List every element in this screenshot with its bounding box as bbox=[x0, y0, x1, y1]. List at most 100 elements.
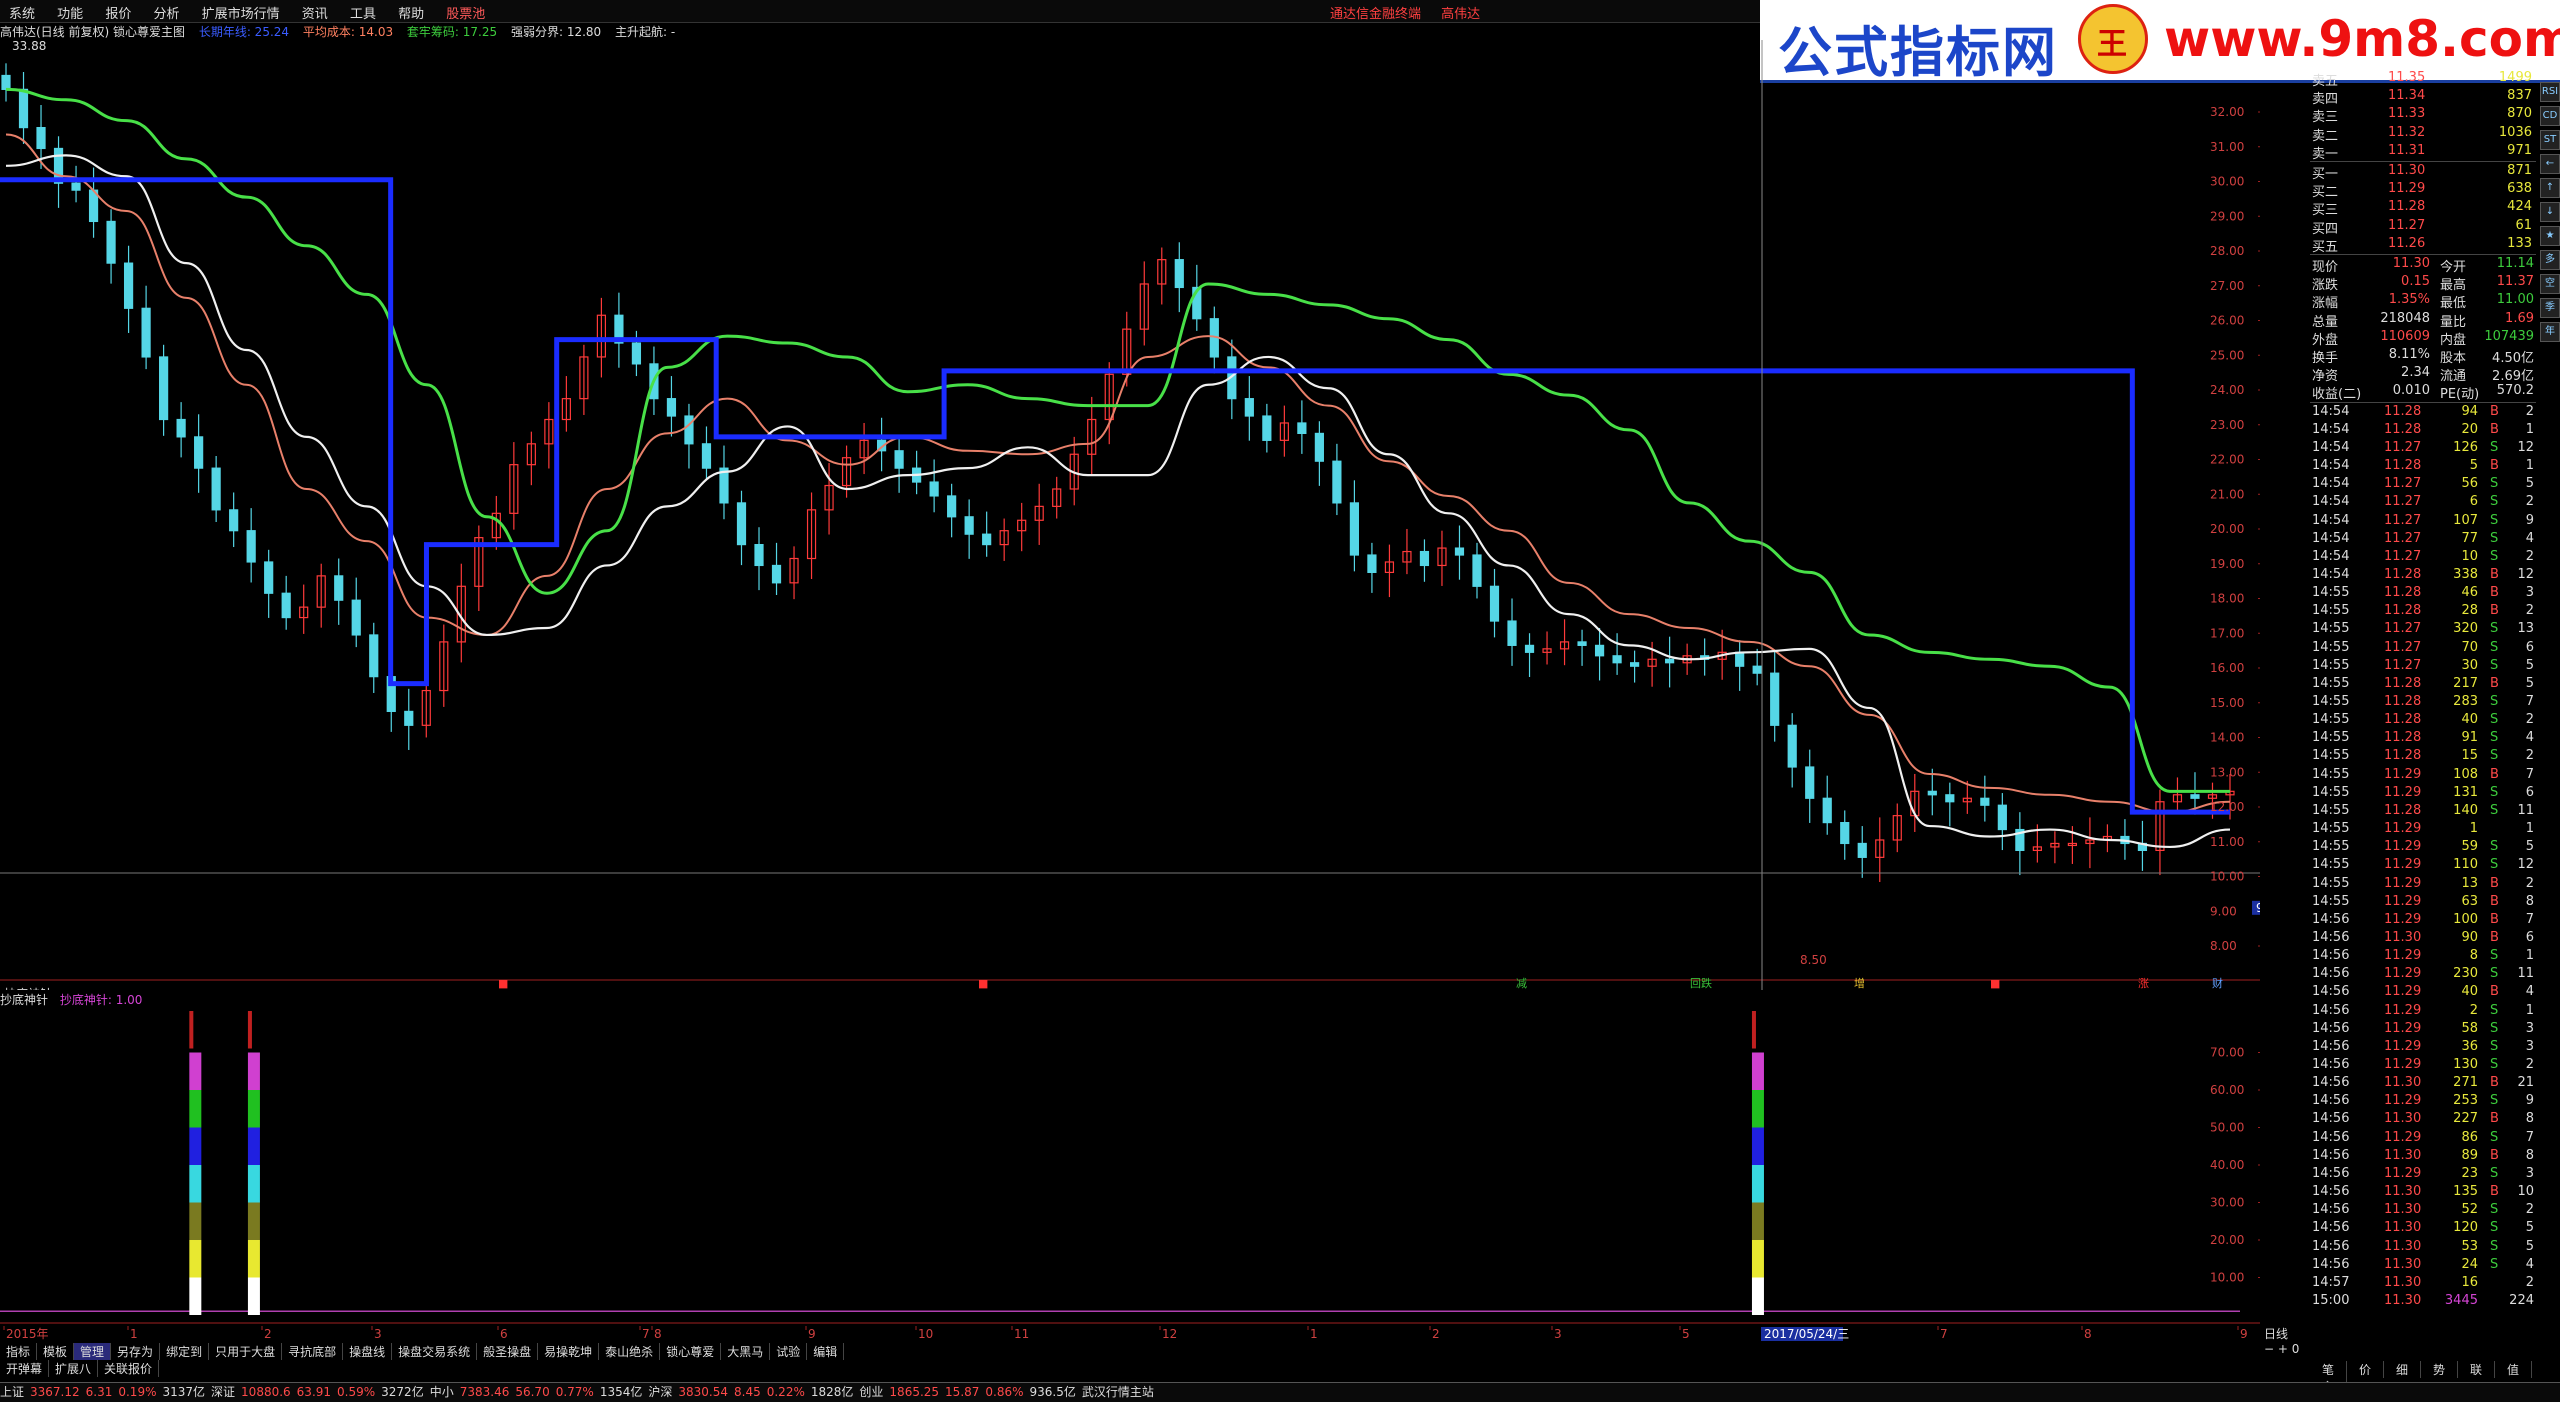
extra-tab[interactable]: 扩展八 bbox=[49, 1360, 99, 1377]
side-tool-icon[interactable]: 空 bbox=[2540, 274, 2560, 294]
date-tick: 6 bbox=[500, 1327, 508, 1341]
ask-row: 卖三 11.33 870 bbox=[2312, 106, 2532, 126]
side-tool-icon[interactable]: 多 bbox=[2540, 250, 2560, 270]
candle-body bbox=[1524, 644, 1535, 653]
price-tick: 18.00 bbox=[2210, 592, 2244, 606]
event-marker[interactable]: 财 bbox=[2212, 976, 2223, 990]
indicator-tab[interactable]: 易操乾坤 bbox=[538, 1343, 600, 1360]
event-marker[interactable]: ■ bbox=[978, 977, 988, 990]
indicator-tab[interactable]: 另存为 bbox=[111, 1343, 161, 1360]
candle-body bbox=[71, 182, 81, 191]
current-price-tag: 9.07 bbox=[2256, 901, 2260, 915]
period-box[interactable]: 日线 − + 0 bbox=[2264, 1325, 2308, 1359]
side-tool-icon[interactable]: ← bbox=[2540, 154, 2560, 174]
indicator-tab[interactable]: 只用于大盘 bbox=[209, 1343, 283, 1360]
event-marker[interactable]: 减 bbox=[1516, 977, 1527, 990]
candlestick-chart[interactable]: 32.00 31.00 30.00 29.00 28.00 27.00 26.00 25.00… bbox=[0, 40, 2260, 990]
period-label[interactable]: 日线 bbox=[2264, 1325, 2308, 1342]
side-tool-icon[interactable]: ST bbox=[2540, 130, 2560, 150]
candle-body bbox=[1857, 842, 1867, 858]
candle-body bbox=[894, 450, 904, 469]
side-tool-icon[interactable]: ↓ bbox=[2540, 202, 2560, 222]
indicator-tab[interactable]: 般圣操盘 bbox=[477, 1343, 539, 1360]
menu-news[interactable]: 资讯 bbox=[293, 0, 337, 22]
event-marker[interactable]: ■ bbox=[498, 977, 508, 990]
indicator-tab[interactable]: 操盘线 bbox=[343, 1343, 393, 1360]
price-tick: 28.00 bbox=[2210, 244, 2244, 258]
candle-body bbox=[631, 342, 642, 365]
menu-quote[interactable]: 报价 bbox=[96, 0, 140, 22]
menu-system[interactable]: 系统 bbox=[0, 0, 44, 22]
menu-tools[interactable]: 工具 bbox=[341, 0, 385, 22]
indicator-tab[interactable]: 锁心尊爱 bbox=[660, 1343, 722, 1360]
status-item: 1828亿 bbox=[810, 1385, 854, 1399]
indicator-tab[interactable]: 寻抗底部 bbox=[282, 1343, 344, 1360]
indicator-panel[interactable]: 70.00 60.00 50.00 40.00 30.00 20.00 10.00 bbox=[0, 1005, 2263, 1325]
candle-body bbox=[1367, 554, 1377, 574]
indicator-chart[interactable]: 70.00 60.00 50.00 40.00 30.00 20.00 10.00 bbox=[0, 1005, 2263, 1325]
indicator-tab[interactable]: 试验 bbox=[770, 1343, 808, 1360]
candle-body bbox=[1262, 415, 1272, 441]
side-tool-icon[interactable]: CD bbox=[2540, 106, 2560, 126]
event-marker[interactable]: ■ bbox=[1990, 977, 2000, 990]
right-panel-tab[interactable]: 价 bbox=[2347, 1361, 2384, 1378]
indicator-tab[interactable]: 管理 bbox=[74, 1343, 112, 1360]
average-cost-label: 平均成本: 14.03 bbox=[302, 25, 394, 39]
event-marker[interactable]: 回跌 bbox=[1690, 976, 1712, 990]
side-tool-icon[interactable]: RSI bbox=[2540, 82, 2560, 102]
status-item: 10880.6 bbox=[241, 1385, 291, 1399]
candle-body bbox=[281, 592, 291, 619]
event-marker[interactable]: 涨 bbox=[2138, 977, 2149, 990]
menu-analysis[interactable]: 分析 bbox=[144, 0, 188, 22]
menu-function[interactable]: 功能 bbox=[48, 0, 92, 22]
tick-row: 14:56 11.29 130 S 2 bbox=[2312, 1057, 2534, 1072]
quote-stat-row: 换手 8.11% 股本 4.50亿 bbox=[2312, 347, 2534, 366]
date-tick: 11 bbox=[1014, 1327, 1029, 1341]
candle-body bbox=[1945, 794, 1955, 803]
candle-body bbox=[1174, 259, 1184, 289]
candle-body bbox=[1612, 655, 1622, 664]
date-tick: 8 bbox=[2084, 1327, 2092, 1341]
indicator-tab[interactable]: 操盘交易系统 bbox=[392, 1343, 478, 1360]
indicator-tab[interactable]: 大黑马 bbox=[721, 1343, 771, 1360]
price-tick: 8.00 bbox=[2210, 939, 2237, 953]
right-panel-tab[interactable]: 势 bbox=[2421, 1361, 2458, 1378]
indicator-tab[interactable]: 泰山绝杀 bbox=[599, 1343, 661, 1360]
tick-row: 14:56 11.29 8 S 1 bbox=[2312, 948, 2534, 964]
zoom-controls[interactable]: − + 0 bbox=[2264, 1342, 2308, 1356]
right-panel-tab[interactable]: 联 bbox=[2458, 1361, 2495, 1378]
right-panel-tab[interactable]: 笔 bbox=[2310, 1361, 2347, 1378]
main-chart-area[interactable]: 32.00 31.00 30.00 29.00 28.00 27.00 26.00 25.00… bbox=[0, 40, 2260, 990]
status-item: 1354亿 bbox=[599, 1385, 643, 1399]
quote-stat-row: 外盘 110609 内盘 107439 bbox=[2312, 328, 2534, 348]
event-marker[interactable]: 增 bbox=[1854, 976, 1865, 990]
extra-tab[interactable]: 关联报价 bbox=[98, 1360, 160, 1377]
date-tick: 12 bbox=[1162, 1327, 1177, 1341]
candle-body bbox=[1332, 460, 1342, 504]
indicator-title: 抄底神针 bbox=[4, 986, 52, 990]
tick-row: 14:54 11.27 10 S 2 bbox=[2312, 548, 2534, 564]
right-panel-tab[interactable]: 细 bbox=[2384, 1361, 2421, 1378]
indicator-tab[interactable]: 模板 bbox=[37, 1343, 75, 1360]
side-tool-icon[interactable]: 年 bbox=[2540, 322, 2560, 342]
extra-tab[interactable]: 开弹幕 bbox=[0, 1360, 50, 1377]
price-tick: 27.00 bbox=[2210, 279, 2244, 293]
tick-row: 14:56 11.29 23 S 3 bbox=[2312, 1165, 2534, 1181]
tick-row: 14:55 11.28 91 S 4 bbox=[2312, 730, 2534, 746]
menu-extended-market[interactable]: 扩展市场行情 bbox=[193, 0, 289, 22]
tick-row: 14:55 11.28 283 S 7 bbox=[2312, 694, 2534, 709]
menu-bar: 系统 功能 报价 分析 扩展市场行情 资讯 工具 帮助 股票池 通达信金融终端 … bbox=[0, 0, 1760, 23]
side-tool-icon[interactable]: ↑ bbox=[2540, 178, 2560, 198]
side-toolbar: RSI CD ST ← ↑ ↓ ★ 多空季年 bbox=[2540, 80, 2560, 1380]
indicator-tab[interactable]: 绑定到 bbox=[160, 1343, 210, 1360]
menu-stock-pool[interactable]: 股票池 bbox=[437, 0, 494, 22]
menu-help[interactable]: 帮助 bbox=[389, 0, 433, 22]
indicator-tab[interactable]: 指标 bbox=[0, 1343, 38, 1360]
side-tool-icon[interactable]: ★ bbox=[2540, 226, 2560, 246]
long-term-line-label: 长期年线: 25.24 bbox=[198, 25, 290, 39]
indicator-tab[interactable]: 编辑 bbox=[807, 1343, 845, 1360]
status-item: 沪深 bbox=[648, 1385, 673, 1399]
right-panel-tab[interactable]: 值 bbox=[2495, 1361, 2532, 1378]
side-tool-icon[interactable]: 季 bbox=[2540, 298, 2560, 318]
candle-body bbox=[666, 398, 677, 417]
